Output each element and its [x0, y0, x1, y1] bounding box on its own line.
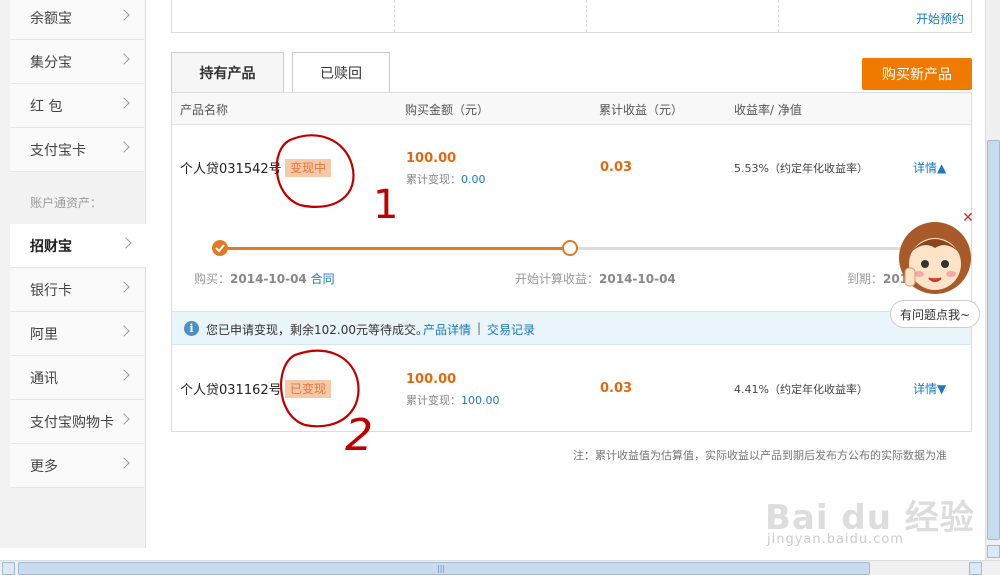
scrollbar-thumb[interactable]: [987, 140, 1000, 540]
annotation-mark-1: 1: [373, 182, 398, 228]
hand-drawn-annotations: 1 2: [275, 134, 398, 461]
annotation-mark-2: 2: [345, 410, 373, 461]
scroll-right-button[interactable]: [969, 562, 982, 575]
close-icon[interactable]: ✕: [960, 211, 976, 227]
horizontal-scrollbar[interactable]: |||: [0, 560, 1000, 575]
scroll-left-button[interactable]: [2, 562, 15, 575]
watermark-url: jingyan.baidu.com: [767, 532, 904, 547]
scroll-down-button[interactable]: [987, 545, 1000, 558]
scrollbar-grip-icon: |||: [437, 564, 446, 573]
help-chat-button[interactable]: 有问题点我~: [890, 300, 980, 328]
vertical-scrollbar[interactable]: [985, 0, 1000, 560]
mascot-avatar-icon[interactable]: [895, 218, 975, 298]
annotation-circle: [275, 134, 355, 208]
baidu-watermark: Bai du 经验 jingyan.baidu.com: [765, 490, 975, 547]
